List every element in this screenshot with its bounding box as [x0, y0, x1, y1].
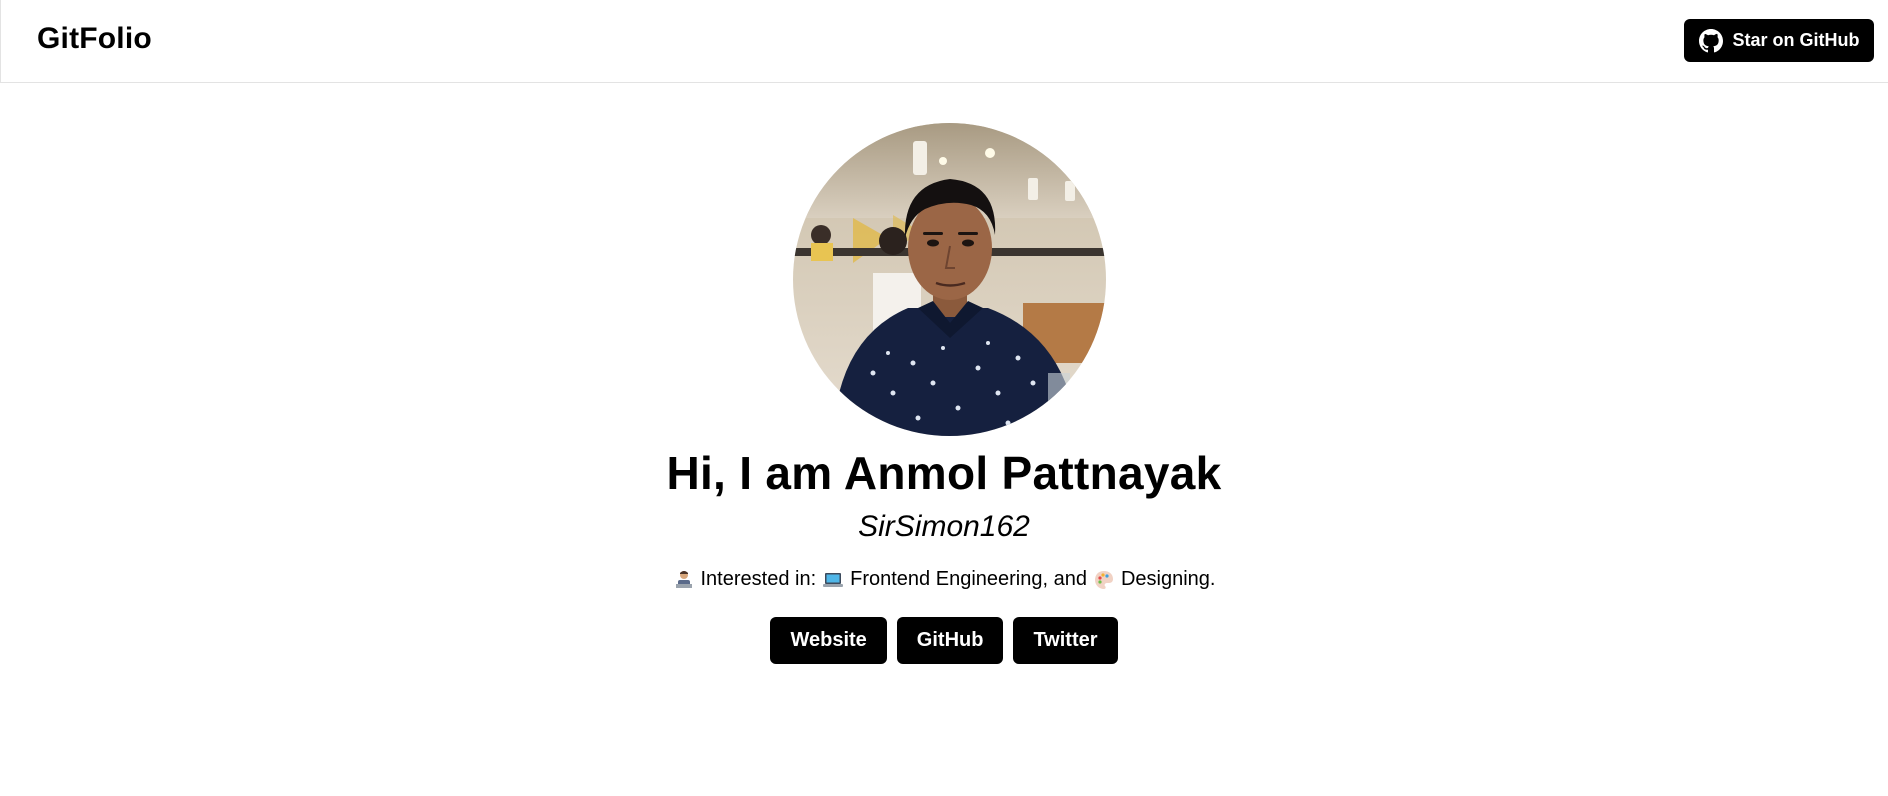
brand-logo-text[interactable]: GitFolio [37, 22, 152, 56]
github-button[interactable]: GitHub [896, 617, 1004, 664]
interests-prefix: Interested in: [700, 568, 817, 590]
person-at-laptop-icon [673, 569, 695, 591]
profile-username: SirSimon162 [858, 510, 1030, 543]
github-icon [1698, 28, 1723, 53]
website-button[interactable]: Website [770, 617, 887, 664]
interests-line: Interested in: Frontend Engineering, and… [0, 568, 1888, 591]
star-on-github-button[interactable]: Star on GitHub [1684, 19, 1874, 62]
star-button-label: Star on GitHub [1732, 30, 1860, 50]
profile-links: Website GitHub Twitter [0, 617, 1888, 664]
interest-designing: Designing. [1120, 568, 1216, 590]
palette-icon [1093, 569, 1115, 591]
profile-headline: Hi, I am Anmol Pattnayak [666, 447, 1222, 499]
avatar [793, 123, 1106, 436]
top-navbar: GitFolio Star on GitHub [0, 0, 1888, 83]
laptop-icon [822, 569, 844, 591]
interest-frontend: Frontend Engineering, and [850, 568, 1087, 590]
twitter-button[interactable]: Twitter [1013, 617, 1118, 664]
